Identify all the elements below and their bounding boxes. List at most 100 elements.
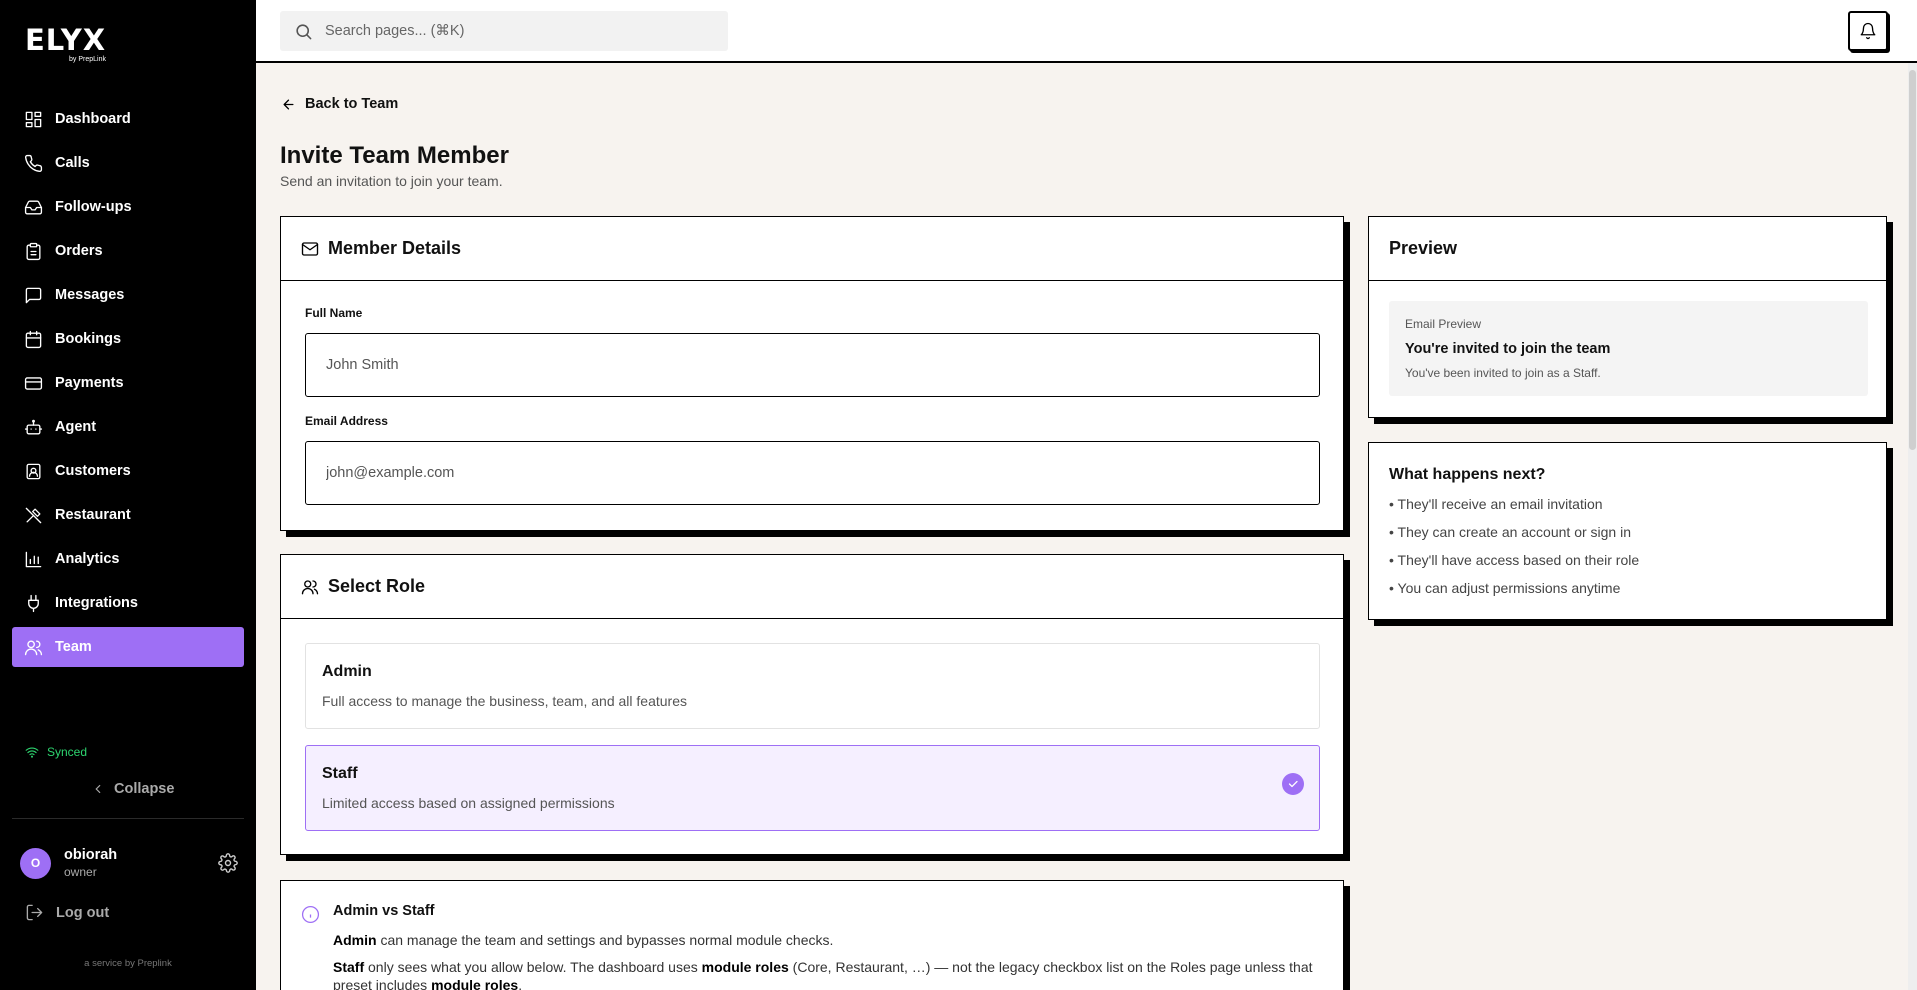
staff-explanation-end: . xyxy=(518,977,523,990)
user-profile[interactable]: O obiorah owner xyxy=(20,845,238,881)
back-label: Back to Team xyxy=(305,96,399,112)
sidebar-item-dashboard[interactable]: Dashboard xyxy=(12,99,244,139)
admin-explanation: Admin can manage the team and settings a… xyxy=(333,931,1313,949)
email-preview-body: You've been invited to join as a Staff. xyxy=(1405,366,1601,380)
preview-card: Preview Email Preview You're invited to … xyxy=(1368,216,1887,418)
sidebar-item-label: Calls xyxy=(55,155,90,171)
brand-sub: by PrepLink xyxy=(69,56,106,63)
brand-name: ELYX xyxy=(25,23,107,57)
full-name-field[interactable] xyxy=(305,333,1320,397)
collapse-label: Collapse xyxy=(114,781,175,797)
sidebar-item-label: Payments xyxy=(55,375,124,391)
email-label: Email Address xyxy=(305,414,388,428)
phone-icon xyxy=(24,154,43,172)
sidebar-item-analytics[interactable]: Analytics xyxy=(12,539,244,579)
sidebar-nav: Dashboard Calls Follow-ups Orders Messag… xyxy=(12,99,244,671)
sidebar-item-label: Integrations xyxy=(55,595,138,611)
admin-vs-staff-card: Admin vs Staff Admin can manage the team… xyxy=(280,880,1344,990)
users-icon xyxy=(24,639,43,655)
sync-status-label: Synced xyxy=(47,745,88,759)
sidebar-item-restaurant[interactable]: Restaurant xyxy=(12,495,244,535)
contact-icon xyxy=(26,463,41,479)
sidebar-item-agent[interactable]: Agent xyxy=(12,407,244,447)
plug-icon xyxy=(28,594,39,612)
sync-status: Synced xyxy=(25,745,87,759)
next-step-item: • They'll have access based on their rol… xyxy=(1389,552,1640,568)
sidebar-item-label: Analytics xyxy=(55,551,120,567)
notifications-button[interactable] xyxy=(1848,11,1888,51)
sidebar-item-bookings[interactable]: Bookings xyxy=(12,319,244,359)
admin-explanation-text: can manage the team and settings and byp… xyxy=(376,932,834,948)
sidebar-item-label: Orders xyxy=(55,243,103,259)
logout-button[interactable]: Log out xyxy=(25,903,109,922)
mail-icon xyxy=(301,241,319,256)
avatar: O xyxy=(20,847,51,879)
email-field[interactable] xyxy=(305,441,1320,505)
dashboard-icon xyxy=(25,111,42,127)
role-description: Limited access based on assigned permiss… xyxy=(322,795,615,811)
next-step-item: • They can create an account or sign in xyxy=(1389,524,1632,540)
inbox-icon xyxy=(24,199,43,215)
page-title: Invite Team Member xyxy=(280,142,509,169)
users-icon xyxy=(301,579,319,594)
next-step-item: • You can adjust permissions anytime xyxy=(1389,580,1621,596)
user-name: obiorah xyxy=(64,847,118,863)
info-icon xyxy=(301,905,320,924)
preview-title: Preview xyxy=(1389,238,1458,258)
select-role-header: Select Role xyxy=(281,555,1343,619)
message-icon xyxy=(25,287,42,303)
search-bar[interactable] xyxy=(280,11,728,51)
clipboard-icon xyxy=(26,242,41,260)
email-preview-title: You're invited to join the team xyxy=(1405,341,1611,357)
select-role-card: Select Role Admin Full access to manage … xyxy=(280,554,1344,855)
staff-explanation: Staff only sees what you allow below. Th… xyxy=(333,958,1313,990)
back-to-team-link[interactable]: Back to Team xyxy=(281,96,398,112)
sidebar-item-messages[interactable]: Messages xyxy=(12,275,244,315)
brand-logo[interactable]: ELYX by PrepLink xyxy=(25,23,107,64)
sidebar-item-integrations[interactable]: Integrations xyxy=(12,583,244,623)
sidebar-item-payments[interactable]: Payments xyxy=(12,363,244,403)
utensils-icon xyxy=(25,507,42,523)
scrollbar-thumb[interactable] xyxy=(1909,70,1916,450)
admin-vs-staff-title: Admin vs Staff xyxy=(333,903,435,919)
top-bar xyxy=(256,0,1917,63)
search-input[interactable] xyxy=(325,23,705,39)
member-details-title: Member Details xyxy=(328,238,462,258)
module-roles-term: module roles xyxy=(701,959,789,975)
sidebar-item-orders[interactable]: Orders xyxy=(12,231,244,271)
check-circle-icon xyxy=(1282,773,1304,795)
sidebar-item-label: Team xyxy=(55,639,92,655)
service-credit: a service by Preplink xyxy=(84,958,172,969)
arrow-left-icon xyxy=(283,99,294,109)
role-name: Staff xyxy=(322,765,358,782)
sidebar-item-follow-ups[interactable]: Follow-ups xyxy=(12,187,244,227)
sidebar-item-calls[interactable]: Calls xyxy=(12,143,244,183)
email-preview: Email Preview You're invited to join the… xyxy=(1389,301,1868,396)
gear-icon[interactable] xyxy=(218,853,238,873)
next-steps-card: What happens next? • They'll receive an … xyxy=(1368,442,1887,620)
calendar-icon xyxy=(25,330,42,348)
bot-icon xyxy=(24,419,43,435)
sidebar-item-label: Restaurant xyxy=(55,507,131,523)
logout-icon xyxy=(26,904,43,921)
chevron-left-icon xyxy=(95,784,101,794)
page-subtitle: Send an invitation to join your team. xyxy=(280,173,503,189)
sidebar-item-label: Customers xyxy=(55,463,131,479)
sidebar-item-label: Follow-ups xyxy=(55,199,132,215)
sidebar-divider xyxy=(12,818,244,819)
role-description: Full access to manage the business, team… xyxy=(322,693,687,709)
sidebar-item-team[interactable]: Team xyxy=(12,627,244,667)
preview-header: Preview xyxy=(1369,217,1886,281)
role-option-staff[interactable]: Staff Limited access based on assigned p… xyxy=(305,745,1320,831)
sidebar: ELYX by PrepLink Dashboard Calls Follow-… xyxy=(0,0,256,990)
sidebar-item-label: Agent xyxy=(55,419,97,435)
full-name-label: Full Name xyxy=(305,306,363,320)
sidebar-item-customers[interactable]: Customers xyxy=(12,451,244,491)
next-step-item: • They'll receive an email invitation xyxy=(1389,496,1603,512)
email-preview-label: Email Preview xyxy=(1405,317,1482,331)
role-option-admin[interactable]: Admin Full access to manage the business… xyxy=(305,643,1320,729)
bar-chart-icon xyxy=(25,551,42,567)
member-details-header: Member Details xyxy=(281,217,1343,281)
user-role: owner xyxy=(64,865,97,879)
collapse-button[interactable]: Collapse xyxy=(91,781,174,797)
